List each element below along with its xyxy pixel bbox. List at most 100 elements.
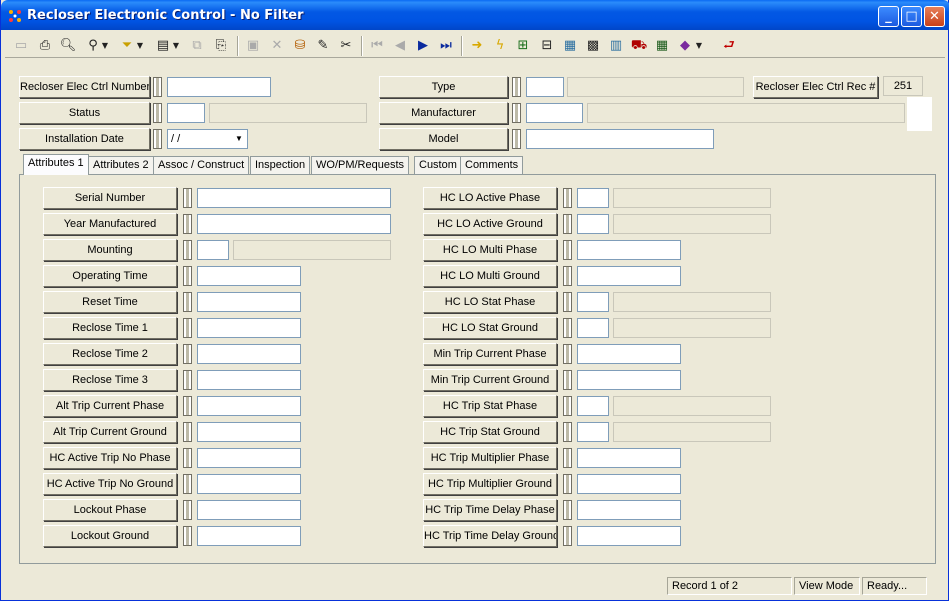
field-grip[interactable]: [563, 396, 572, 416]
book-dropdown-icon[interactable]: ▼: [695, 36, 703, 56]
tab-wo-pm-requests[interactable]: WO/PM/Requests: [311, 156, 410, 174]
hc-trip-stat-phase-code-field[interactable]: [577, 396, 609, 416]
field-grip[interactable]: [563, 370, 572, 390]
tab-inspection[interactable]: Inspection: [250, 156, 311, 174]
hc-lo-stat-phase-label[interactable]: HC LO Stat Phase: [423, 291, 557, 313]
save-icon[interactable]: ▣: [243, 36, 263, 56]
tab-custom[interactable]: Custom: [414, 156, 462, 174]
hc-trip-time-delay-phase-field[interactable]: [577, 500, 681, 520]
grid-icon[interactable]: ▦: [652, 36, 672, 56]
filter-icon[interactable]: ⏷: [117, 36, 137, 56]
calc-icon[interactable]: ▩: [583, 36, 603, 56]
field-grip[interactable]: [153, 77, 162, 97]
min-trip-current-ground-field[interactable]: [577, 370, 681, 390]
tab-comments[interactable]: Comments: [460, 156, 524, 174]
reset-time-field[interactable]: [197, 292, 301, 312]
field-grip[interactable]: [563, 422, 572, 442]
hc-lo-stat-ground-label[interactable]: HC LO Stat Ground: [423, 317, 557, 339]
field-grip[interactable]: [183, 448, 192, 468]
find-icon[interactable]: ⚲: [83, 36, 103, 56]
field-grip[interactable]: [183, 500, 192, 520]
field-grip[interactable]: [563, 448, 572, 468]
field-grip[interactable]: [183, 370, 192, 390]
installation-date-field[interactable]: / / ▼: [167, 129, 248, 149]
lockout-ground-field[interactable]: [197, 526, 301, 546]
hc-lo-active-ground-label[interactable]: HC LO Active Ground: [423, 213, 557, 235]
hc-lo-multi-ground-label[interactable]: HC LO Multi Ground: [423, 265, 557, 287]
rec-number-field[interactable]: [167, 77, 271, 97]
reclose-time-2-label[interactable]: Reclose Time 2: [43, 343, 177, 365]
model-field[interactable]: [526, 129, 714, 149]
status-label[interactable]: Status: [19, 102, 150, 124]
field-grip[interactable]: [183, 188, 192, 208]
field-grip[interactable]: [153, 103, 162, 123]
filter-dropdown-icon[interactable]: ▼: [136, 36, 144, 56]
hc-lo-multi-phase-label[interactable]: HC LO Multi Phase: [423, 239, 557, 261]
hc-lo-active-phase-code-field[interactable]: [577, 188, 609, 208]
hc-lo-active-ground-code-field[interactable]: [577, 214, 609, 234]
rec-id-label[interactable]: Recloser Elec Ctrl Rec #: [753, 76, 878, 98]
hc-trip-time-delay-phase-label[interactable]: HC Trip Time Delay Phase: [423, 499, 557, 521]
chart-icon[interactable]: ▦: [560, 36, 580, 56]
report-icon[interactable]: ▥: [606, 36, 626, 56]
field-grip[interactable]: [183, 344, 192, 364]
field-grip[interactable]: [183, 422, 192, 442]
field-grip[interactable]: [183, 266, 192, 286]
manufacturer-code-field[interactable]: [526, 103, 583, 123]
first-record-icon[interactable]: ⏮: [367, 36, 387, 56]
type-label[interactable]: Type: [379, 76, 508, 98]
reclose-time-1-field[interactable]: [197, 318, 301, 338]
book-icon[interactable]: ◆: [675, 36, 695, 56]
hc-active-trip-no-ground-field[interactable]: [197, 474, 301, 494]
mounting-label[interactable]: Mounting: [43, 239, 177, 261]
chevron-down-icon[interactable]: ▼: [232, 131, 246, 147]
wrench-icon[interactable]: ⛟: [629, 36, 649, 56]
field-grip[interactable]: [563, 344, 572, 364]
map-icon[interactable]: ⊞: [513, 36, 533, 56]
paste-icon[interactable]: ⎘: [211, 36, 231, 56]
field-grip[interactable]: [563, 526, 572, 546]
tree-icon[interactable]: ⊟: [537, 36, 557, 56]
hc-active-trip-no-phase-field[interactable]: [197, 448, 301, 468]
field-grip[interactable]: [563, 292, 572, 312]
reclose-time-1-label[interactable]: Reclose Time 1: [43, 317, 177, 339]
field-grip[interactable]: [153, 129, 162, 149]
hc-lo-multi-phase-field[interactable]: [577, 240, 681, 260]
serial-number-label[interactable]: Serial Number: [43, 187, 177, 209]
last-record-icon[interactable]: ⏭: [436, 36, 456, 56]
operating-time-label[interactable]: Operating Time: [43, 265, 177, 287]
tab-attributes-1[interactable]: Attributes 1: [23, 154, 89, 175]
hc-trip-multiplier-phase-label[interactable]: HC Trip Multiplier Phase: [423, 447, 557, 469]
tab-assoc-construct[interactable]: Assoc / Construct: [153, 156, 250, 174]
field-grip[interactable]: [183, 474, 192, 494]
lightning-icon[interactable]: ϟ: [490, 36, 510, 56]
alt-trip-current-phase-field[interactable]: [197, 396, 301, 416]
rec-number-label[interactable]: Recloser Elec Ctrl Number: [19, 76, 150, 98]
hc-lo-multi-ground-field[interactable]: [577, 266, 681, 286]
field-grip[interactable]: [563, 266, 572, 286]
reclose-time-3-field[interactable]: [197, 370, 301, 390]
hc-trip-stat-ground-label[interactable]: HC Trip Stat Ground: [423, 421, 557, 443]
field-grip[interactable]: [183, 214, 192, 234]
form-view-icon[interactable]: ▤: [153, 36, 173, 56]
installation-date-label[interactable]: Installation Date: [19, 128, 150, 150]
alt-trip-current-ground-field[interactable]: [197, 422, 301, 442]
year-manufactured-field[interactable]: [197, 214, 391, 234]
next-record-icon[interactable]: ▶: [413, 36, 433, 56]
field-grip[interactable]: [183, 318, 192, 338]
lockout-phase-field[interactable]: [197, 500, 301, 520]
maximize-button[interactable]: □: [901, 6, 922, 27]
hc-active-trip-no-ground-label[interactable]: HC Active Trip No Ground: [43, 473, 177, 495]
lockout-ground-label[interactable]: Lockout Ground: [43, 525, 177, 547]
field-grip[interactable]: [563, 240, 572, 260]
copy-icon[interactable]: ⧉: [187, 36, 207, 56]
prev-record-icon[interactable]: ◀: [390, 36, 410, 56]
tab-attributes-2[interactable]: Attributes 2: [88, 156, 154, 174]
minimize-button[interactable]: _: [878, 6, 899, 27]
type-code-field[interactable]: [526, 77, 564, 97]
form-view-dropdown-icon[interactable]: ▼: [172, 36, 180, 56]
field-grip[interactable]: [512, 103, 521, 123]
min-trip-current-phase-field[interactable]: [577, 344, 681, 364]
min-trip-current-phase-label[interactable]: Min Trip Current Phase: [423, 343, 557, 365]
hc-active-trip-no-phase-label[interactable]: HC Active Trip No Phase: [43, 447, 177, 469]
